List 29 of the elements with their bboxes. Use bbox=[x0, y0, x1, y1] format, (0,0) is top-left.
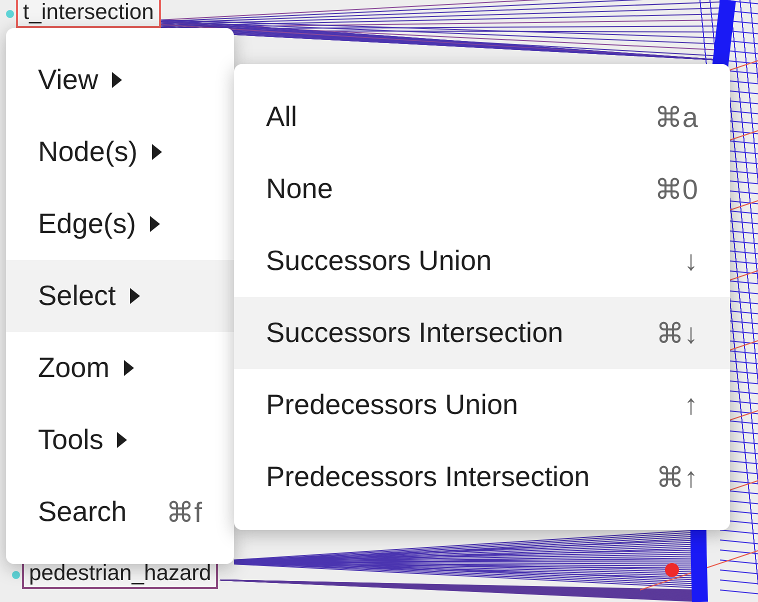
menu-item[interactable]: Predecessors Union ↑ bbox=[234, 369, 730, 441]
menu-item[interactable]: Node(s) bbox=[6, 116, 234, 188]
menu-item[interactable]: Tools bbox=[6, 404, 234, 476]
shortcut-label: ↑ bbox=[684, 389, 698, 421]
submenu-arrow-icon bbox=[117, 432, 128, 448]
node-port-icon bbox=[6, 10, 14, 18]
shortcut-label: ⌘f bbox=[166, 496, 202, 528]
menu-item[interactable]: Successors Intersection ⌘↓ bbox=[234, 297, 730, 369]
submenu-arrow-icon bbox=[150, 216, 160, 232]
shortcut-label: ⌘↓ bbox=[656, 316, 698, 350]
submenu-arrow-icon bbox=[130, 288, 140, 304]
submenu-arrow-icon bbox=[152, 144, 162, 160]
submenu-arrow-icon bbox=[124, 360, 134, 376]
submenu-arrow-icon bbox=[112, 72, 122, 88]
shortcut-label: ⌘0 bbox=[654, 172, 698, 206]
menu-item[interactable]: Select bbox=[6, 260, 234, 332]
shortcut-label: ⌘a bbox=[654, 100, 698, 134]
menu-item[interactable]: Edge(s) bbox=[6, 188, 234, 260]
menu-item[interactable]: All ⌘a bbox=[234, 81, 730, 153]
shortcut-label: ↓ bbox=[684, 245, 698, 277]
menu-item[interactable]: None ⌘0 bbox=[234, 153, 730, 225]
menu-item[interactable]: Predecessors Intersection ⌘↑ bbox=[234, 441, 730, 513]
node-port-icon bbox=[12, 571, 20, 579]
graph-node[interactable]: t_intersection bbox=[16, 0, 161, 28]
menu-item[interactable]: Successors Union ↓ bbox=[234, 225, 730, 297]
menu-item[interactable]: View bbox=[6, 44, 234, 116]
shortcut-label: ⌘↑ bbox=[656, 460, 698, 494]
menu-item[interactable]: Search ⌘f bbox=[6, 476, 234, 548]
menu-item[interactable]: Zoom bbox=[6, 332, 234, 404]
